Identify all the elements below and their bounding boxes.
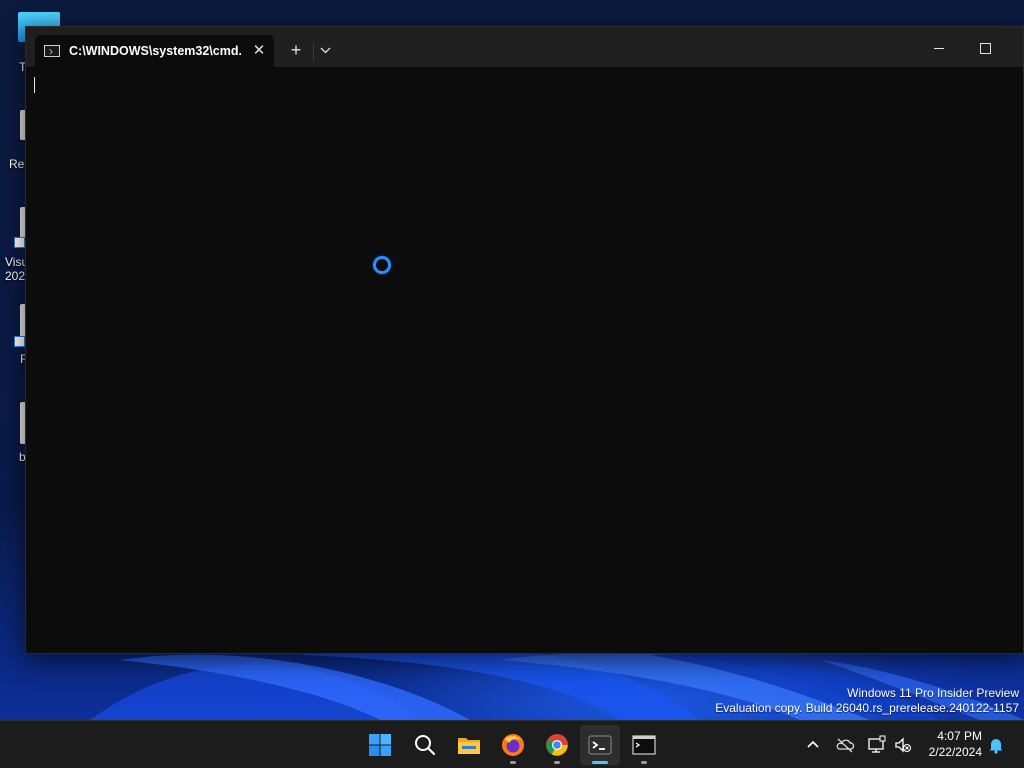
firefox-icon [502, 734, 524, 756]
search-icon [415, 735, 436, 756]
tab-title: C:\WINDOWS\system32\cmd. [69, 44, 241, 58]
shortcut-arrow-icon [14, 336, 25, 347]
chrome-button[interactable] [537, 725, 577, 765]
title-bar[interactable]: C:\WINDOWS\system32\cmd. ✕ + [26, 27, 1023, 67]
system-clock[interactable]: 4:07 PM 2/22/2024 [912, 728, 982, 760]
chrome-icon [546, 734, 568, 756]
console-area[interactable] [26, 67, 1023, 653]
running-indicator [554, 761, 560, 764]
notification-bell-icon[interactable] [986, 735, 1006, 755]
watermark-line-build: Evaluation copy. Build 26040.rs_prerelea… [715, 701, 1019, 715]
command-prompt-icon [44, 45, 60, 57]
text-cursor [34, 77, 35, 93]
file-explorer-button[interactable] [449, 725, 489, 765]
shortcut-arrow-icon [14, 237, 25, 248]
maximize-button[interactable] [962, 35, 1008, 61]
minimize-button[interactable] [916, 35, 962, 61]
tab-divider [313, 43, 314, 61]
search-button[interactable] [405, 725, 445, 765]
onedrive-offline-icon[interactable] [835, 735, 855, 755]
new-tab-button[interactable]: + [284, 40, 308, 62]
tab-dropdown-button[interactable] [315, 40, 337, 62]
clock-time: 4:07 PM [937, 729, 982, 743]
terminal-window[interactable]: C:\WINDOWS\system32\cmd. ✕ + [25, 26, 1024, 654]
chevron-down-icon [320, 47, 331, 54]
watermark-line-edition: Windows 11 Pro Insider Preview [847, 686, 1019, 700]
taskbar: 4:07 PM 2/22/2024 [0, 720, 1024, 768]
windows-terminal-icon [588, 735, 612, 755]
running-indicator [641, 761, 647, 764]
tab-cmd[interactable]: C:\WINDOWS\system32\cmd. ✕ [35, 35, 274, 67]
loading-spinner-icon [373, 256, 391, 274]
active-indicator [592, 761, 608, 764]
running-indicator [510, 761, 516, 764]
network-icon[interactable] [867, 735, 887, 755]
command-prompt-button[interactable] [624, 725, 664, 765]
firefox-button[interactable] [493, 725, 533, 765]
start-icon [369, 734, 391, 756]
start-button[interactable] [360, 725, 400, 765]
file-explorer-icon [458, 738, 480, 754]
evaluation-watermark: Windows 11 Pro Insider Preview Evaluatio… [715, 686, 1019, 716]
volume-muted-icon[interactable] [893, 735, 913, 755]
chevron-up-icon[interactable] [803, 735, 823, 755]
windows-terminal-button[interactable] [580, 725, 620, 765]
command-prompt-icon [632, 735, 656, 755]
close-tab-icon[interactable]: ✕ [251, 43, 267, 59]
clock-date: 2/22/2024 [928, 745, 982, 759]
